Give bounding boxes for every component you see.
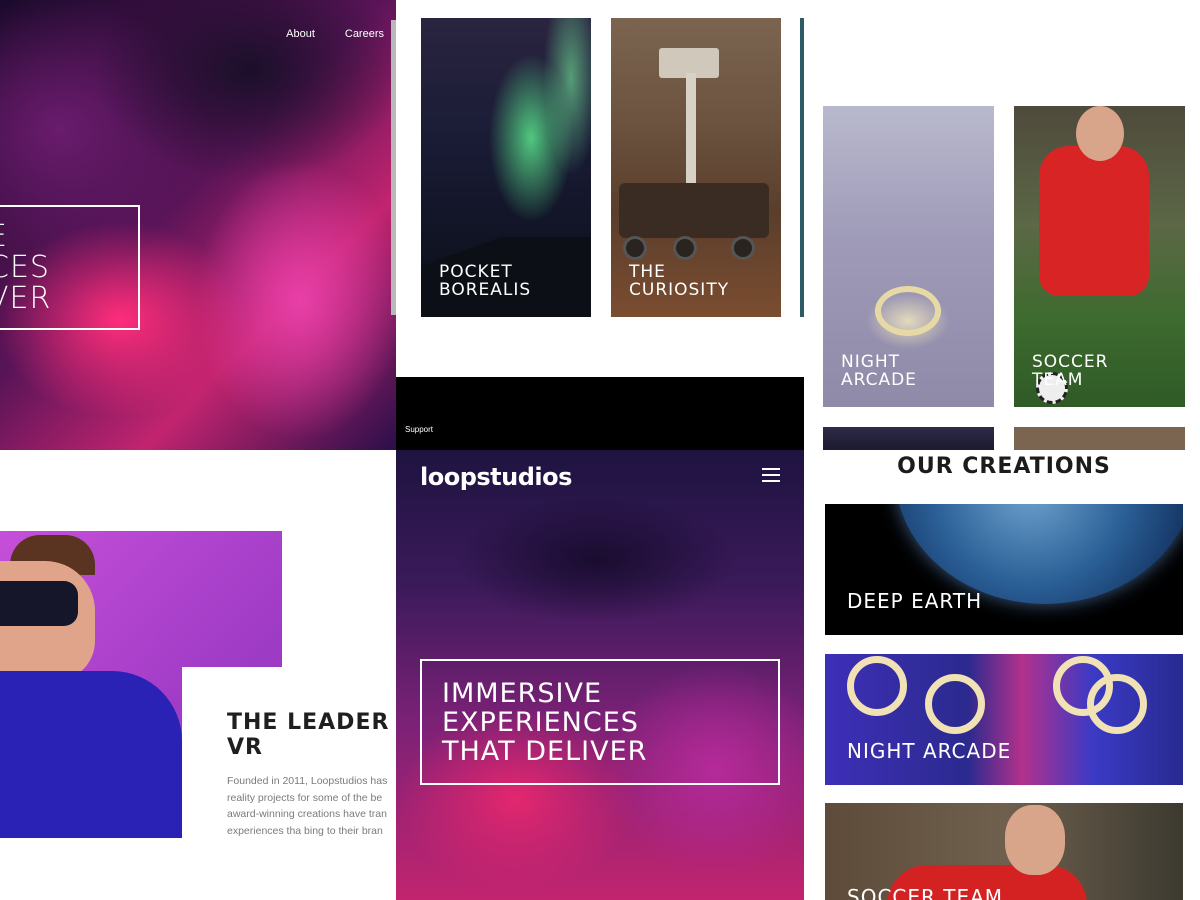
creation-card-label: THE CURIOSITY bbox=[629, 263, 729, 299]
mobile-hero-headline-box: IMMERSIVE EXPERIENCES THAT DELIVER bbox=[420, 659, 780, 785]
creation-card-label: SOCCER TEAM bbox=[1032, 353, 1108, 389]
nav-link-careers[interactable]: Careers bbox=[345, 28, 384, 40]
creation-card-soccer-team[interactable]: SOCCER TEAM bbox=[1014, 106, 1185, 407]
creation-row-night-arcade[interactable]: NIGHT ARCADE bbox=[825, 654, 1183, 785]
rover-mast bbox=[686, 73, 696, 193]
card-label-line: NIGHT bbox=[841, 352, 901, 372]
support-link[interactable]: Support bbox=[405, 425, 433, 434]
hamburger-menu-icon[interactable] bbox=[762, 468, 780, 482]
creation-card-label: NIGHT ARCADE bbox=[841, 353, 917, 389]
about-body-line: award-winning creations have tran bbox=[227, 808, 387, 820]
nav-link-about[interactable]: About bbox=[286, 28, 315, 40]
creation-card-peek bbox=[1014, 427, 1185, 450]
creation-card-pocket-borealis[interactable]: POCKET BOREALIS bbox=[421, 18, 591, 317]
hero-headline-line: THAT DELIVER bbox=[442, 736, 648, 767]
soccer-player-head bbox=[1005, 805, 1065, 875]
creation-card-label: POCKET BOREALIS bbox=[439, 263, 531, 299]
creation-row-soccer-team[interactable]: SOCCER TEAM bbox=[825, 803, 1183, 900]
desktop-hero-headline-box: E CES VER bbox=[0, 205, 140, 330]
vr-headset bbox=[0, 581, 78, 626]
mobile-page: Support loopstudios IMMERSIVE EXPERIENCE… bbox=[396, 377, 804, 900]
desktop-nav: About Careers bbox=[286, 28, 384, 40]
rover-wheel bbox=[673, 236, 697, 260]
photo-shirt bbox=[0, 671, 182, 838]
hero-headline-line: IMMERSIVE bbox=[442, 678, 603, 709]
rover-wheel bbox=[731, 236, 755, 260]
creation-card-night-arcade[interactable]: NIGHT ARCADE bbox=[823, 106, 994, 407]
card-label-line: POCKET bbox=[439, 262, 513, 282]
creation-card-peek bbox=[823, 427, 994, 450]
card-label-line: THE bbox=[629, 262, 666, 282]
rover-body bbox=[619, 183, 769, 238]
about-title-line: VR bbox=[227, 735, 263, 760]
card-label-line: BOREALIS bbox=[439, 280, 532, 300]
mobile-hero: loopstudios IMMERSIVE EXPERIENCES THAT D… bbox=[396, 450, 804, 900]
creation-row-label: SOCCER TEAM bbox=[847, 885, 1004, 900]
adjacent-card-edge bbox=[800, 18, 804, 317]
adjacent-card-edge bbox=[391, 20, 396, 315]
creations-section: OUR CREATIONS DEEP EARTH NIGHT ARCADE SO… bbox=[804, 450, 1200, 900]
logo[interactable]: loopstudios bbox=[420, 463, 572, 491]
skeeball-ring bbox=[875, 286, 941, 336]
skeeball-ring bbox=[1087, 674, 1147, 734]
about-title-line: THE LEADER IN bbox=[227, 710, 396, 735]
soccer-player-head bbox=[1076, 106, 1124, 161]
card-label-line: SOCCER bbox=[1032, 352, 1109, 372]
card-label-line: TEAM bbox=[1032, 370, 1084, 390]
about-body-line: Founded in 2011, Loopstudios has bbox=[227, 775, 388, 787]
hero-headline-line: VER bbox=[0, 281, 52, 316]
creation-row-label: DEEP EARTH bbox=[847, 589, 983, 613]
rover-wheel bbox=[623, 236, 647, 260]
creation-row-label: NIGHT ARCADE bbox=[847, 739, 1012, 763]
about-title: THE LEADER IN VR bbox=[227, 710, 396, 760]
skeeball-ring bbox=[925, 674, 985, 734]
skeeball-ring bbox=[847, 656, 907, 716]
card-label-line: ARCADE bbox=[841, 370, 917, 390]
about-body-line: reality projects for some of the be bbox=[227, 791, 383, 804]
about-body-text: Founded in 2011, Loopstudios has reality… bbox=[227, 773, 396, 839]
hero-headline-line: E bbox=[0, 221, 138, 252]
about-section: THE LEADER IN VR Founded in 2011, Loopst… bbox=[0, 450, 396, 900]
hero-headline-line: CES bbox=[0, 250, 50, 285]
soccer-player-jersey bbox=[1039, 146, 1149, 296]
hero-headline-line: EXPERIENCES bbox=[442, 707, 639, 738]
creation-row-deep-earth[interactable]: DEEP EARTH bbox=[825, 504, 1183, 635]
creations-heading: OUR CREATIONS bbox=[897, 454, 1111, 479]
desktop-hero-section: About Careers E CES VER bbox=[0, 0, 396, 450]
about-body-line: experiences tha bing to their bran bbox=[227, 824, 383, 837]
creation-card-the-curiosity[interactable]: THE CURIOSITY bbox=[611, 18, 781, 317]
card-label-line: CURIOSITY bbox=[629, 280, 730, 300]
